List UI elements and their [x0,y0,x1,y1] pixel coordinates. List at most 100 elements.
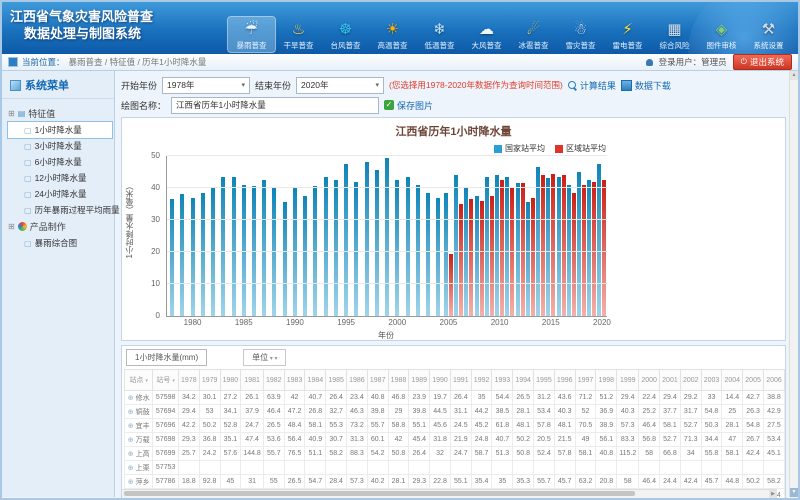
legend-item[interactable]: 区域站平均 [555,143,606,154]
column-header-year[interactable]: 2003 [701,370,722,391]
nav-item-drought[interactable]: ♨干旱普查 [275,17,322,52]
station-name-cell[interactable]: ⊕修水 [125,391,153,405]
nav-item-lightning[interactable]: ⚡雷电普查 [604,17,651,52]
station-name-cell[interactable]: ⊕万载 [125,433,153,447]
sidebar-item[interactable]: ▢暴雨综合图 [8,235,112,251]
column-header-year[interactable]: 2001 [660,370,681,391]
sidebar-item[interactable]: ▢12小时降水量 [8,170,112,186]
column-header-year[interactable]: 2005 [743,370,764,391]
plot-name-input[interactable]: 江西省历年1小时降水量 [171,97,379,114]
download-button[interactable]: 数据下载 [621,79,671,92]
table-row[interactable]: ⊕铜鼓5769429.45334.137.946.447.226.832.746… [125,405,785,419]
expand-row-icon[interactable]: ⊕ [128,437,134,444]
end-year-select[interactable]: 2020年 [296,77,384,94]
column-header-year[interactable]: 1988 [388,370,409,391]
bar-regional [592,182,596,316]
column-header-year[interactable]: 1979 [199,370,220,391]
column-header-year[interactable]: 1990 [430,370,451,391]
table-filter-button[interactable]: 1小时降水量(mm) [126,349,207,366]
sidebar-item[interactable]: ▢历年暴雨过程平均雨量 [8,202,112,218]
table-row[interactable]: ⊕上高5769925.724.257.6144.855.776.551.158.… [125,447,785,461]
column-header-year[interactable]: 2004 [722,370,743,391]
logout-button[interactable]: ⏻ 退出系统 [733,54,792,70]
breadcrumb[interactable]: 暴雨普查 / 特征值 / 历年1小时降水量 [69,56,207,68]
expand-row-icon[interactable]: ⊕ [128,451,134,458]
sidebar-item[interactable]: ▢24小时降水量 [8,186,112,202]
nav-item-settings[interactable]: ⚒系统设置 [745,17,792,52]
nav-item-hail[interactable]: ☄冰雹普查 [510,17,557,52]
station-name-cell[interactable]: ⊕铜鼓 [125,405,153,419]
start-year-select[interactable]: 1978年 [162,77,250,94]
column-header-year[interactable]: 2002 [680,370,701,391]
column-header-station[interactable]: 站点 ▾ [125,370,153,391]
column-header-year[interactable]: 1996 [554,370,575,391]
expand-row-icon[interactable]: ⊕ [128,479,134,486]
column-header-year[interactable]: 1999 [617,370,639,391]
column-header-year[interactable]: 1983 [284,370,305,391]
column-header-year[interactable]: 1994 [513,370,534,391]
column-header-year[interactable]: 1981 [241,370,264,391]
sidebar-item[interactable]: ▢6小时降水量 [8,154,112,170]
nav-item-risk[interactable]: ▦综合风险 [651,17,698,52]
column-header-year[interactable]: 1985 [326,370,347,391]
station-name-cell[interactable]: ⊕宜丰 [125,419,153,433]
table-row[interactable]: ⊕宜丰5769642.250.252.824.726.548.458.155.3… [125,419,785,433]
column-header-year[interactable]: 2006 [763,370,784,391]
station-name-cell[interactable]: ⊕萍乡 [125,475,153,489]
table-row[interactable]: ⊕修水5759834.230.127.226.163.94240.726.423… [125,391,785,405]
nav-item-high-temp[interactable]: ☀高温普查 [369,17,416,52]
sidebar-item[interactable]: ▢1小时降水量 [8,122,112,138]
nav-item-low-temp[interactable]: ❄低温普查 [416,17,463,52]
scroll-down-arrow[interactable]: ▼ [790,488,798,497]
expand-icon[interactable]: ⊞ [8,109,15,118]
save-image-button[interactable]: ✓ 保存图片 [384,99,433,112]
column-header-year[interactable]: 1995 [534,370,555,391]
column-header-id[interactable]: 站号 ▾ [153,370,179,391]
bar-group [382,156,392,316]
legend-item[interactable]: 国家站平均 [494,143,545,154]
table-row[interactable]: ⊕上栗57753 [125,461,785,475]
nav-item-map-review[interactable]: ◈图件审核 [698,17,745,52]
nav-item-rainstorm[interactable]: ☔暴雨普查 [228,17,275,52]
nav-item-wind[interactable]: ☁大风普查 [463,17,510,52]
sort-icon: ▾ [145,378,148,384]
column-header-year[interactable]: 1986 [347,370,368,391]
sidebar-item[interactable]: ▢3小时降水量 [8,138,112,154]
nav-item-typhoon[interactable]: ☸台风普查 [322,17,369,52]
nav-item-snow[interactable]: ☃雪灾普查 [557,17,604,52]
calculate-button[interactable]: 计算结果 [568,79,616,92]
expand-row-icon[interactable]: ⊕ [128,409,134,416]
column-header-year[interactable]: 1998 [596,370,617,391]
column-header-year[interactable]: 1991 [450,370,471,391]
hscroll-right-arrow[interactable]: ▶ [769,490,777,498]
bar-national [454,175,458,316]
table-hscrollbar[interactable]: ▶ [122,489,777,498]
column-header-year[interactable]: 1987 [367,370,388,391]
column-header-year[interactable]: 1980 [220,370,241,391]
bar-national [557,177,561,316]
expand-row-icon[interactable]: ⊕ [128,395,134,402]
expand-icon[interactable]: ⊞ [8,222,15,231]
column-header-year[interactable]: 2000 [639,370,660,391]
column-header-year[interactable]: 1993 [492,370,513,391]
column-header-year[interactable]: 1997 [575,370,596,391]
hscroll-thumb[interactable] [124,491,635,496]
station-name-cell[interactable]: ⊕上高 [125,447,153,461]
plot-name-value: 江西省历年1小时降水量 [176,99,266,111]
column-header-year[interactable]: 1989 [409,370,430,391]
column-header-year[interactable]: 1984 [305,370,326,391]
station-name-cell[interactable]: ⊕上栗 [125,461,153,475]
column-header-year[interactable]: 1978 [178,370,199,391]
column-header-year[interactable]: 1982 [263,370,284,391]
content-vscrollbar[interactable]: ▲ ▼ [789,71,798,497]
expand-row-icon[interactable]: ⊕ [128,465,134,472]
scroll-up-arrow[interactable]: ▲ [790,71,798,80]
tree-group-0[interactable]: ⊞▤特征值 [8,105,112,122]
table-row[interactable]: ⊕万载5769829.336.835.147.453.656.440.930.7… [125,433,785,447]
column-header-year[interactable]: 1992 [471,370,492,391]
table-panel: 1小时降水量(mm) 单位 站点 ▾站号 ▾197819791980198119… [121,345,786,499]
unit-dropdown[interactable]: 单位 [243,349,286,366]
expand-row-icon[interactable]: ⊕ [128,423,134,430]
table-row[interactable]: ⊕萍乡5778618.892.845315526.554.728.457.340… [125,475,785,489]
tree-group-1[interactable]: ⊞产品制作 [8,218,112,235]
